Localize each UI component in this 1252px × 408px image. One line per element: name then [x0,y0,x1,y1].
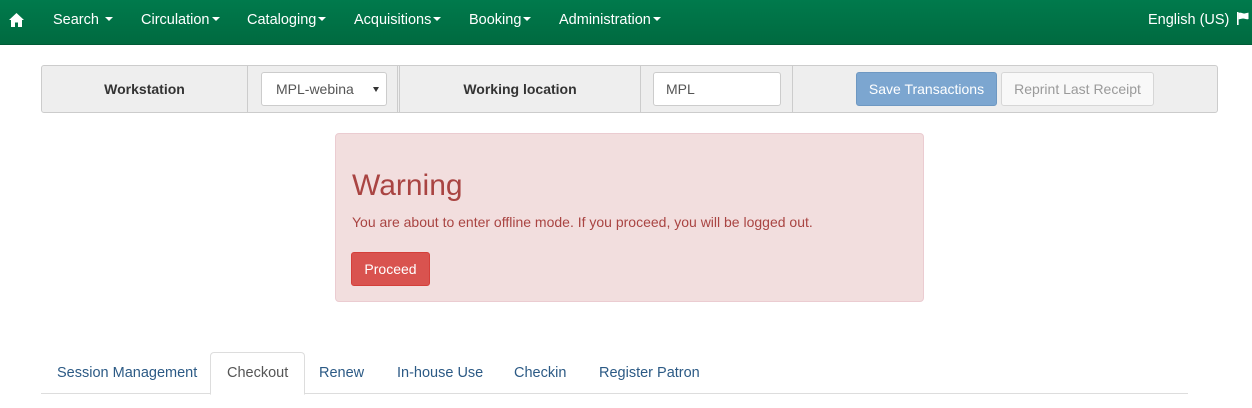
language-selector[interactable]: English (US) [1148,0,1249,40]
tab-label: Checkout [227,365,289,381]
tab-checkout[interactable]: Checkout [210,352,306,395]
chevron-down-icon [652,17,661,22]
dropdown-arrow-icon [373,87,379,92]
workstation-select[interactable]: MPL-webina [261,72,387,106]
nav-menu-circulation[interactable]: Circulation [141,0,220,40]
nav-menu-label: Circulation [141,12,210,28]
chevron-down-icon [211,17,220,22]
alert-message: You are about to enter offline mode. If … [352,214,813,230]
tab-session-management[interactable]: Session Management [41,352,213,394]
tab-renew[interactable]: Renew [303,352,380,394]
toolbar-divider [640,66,641,112]
chevron-down-icon [104,17,113,22]
toolbar-divider [792,66,793,112]
alert-title: Warning [352,169,463,202]
toolbar-divider [247,66,248,112]
flag-icon [1237,12,1249,25]
nav-menu-booking[interactable]: Booking [469,0,532,40]
nav-menu-search[interactable]: Search [53,0,113,40]
tab-register-patron[interactable]: Register Patron [583,352,716,394]
working-location-label: Working location [463,81,577,97]
reprint-last-receipt-button[interactable]: Reprint Last Receipt [1001,72,1154,106]
tab-label: Renew [319,365,365,381]
chevron-down-icon [433,17,442,22]
nav-menu-acquisitions[interactable]: Acquisitions [354,0,442,40]
nav-menu-label: Booking [469,12,522,28]
workstation-toolbar: Workstation MPL-webina Working location … [41,65,1218,113]
tab-label: Session Management [57,365,198,381]
workstation-label: Workstation [104,81,185,97]
save-transactions-button[interactable]: Save Transactions [856,72,997,106]
nav-menu-label: Acquisitions [354,12,432,28]
tab-in-house-use[interactable]: In-house Use [381,352,499,394]
nav-menu-cataloging[interactable]: Cataloging [247,0,327,40]
workstation-select-value: MPL-webina [276,81,354,97]
nav-menu-administration[interactable]: Administration [559,0,661,40]
nav-menu-label: Search [53,12,99,28]
offline-tabs: Session Management Checkout Renew In-hou… [41,352,1188,395]
home-icon[interactable] [8,12,25,28]
top-navbar: Search Circulation Cataloging Acquisitio… [0,0,1252,45]
language-label: English (US) [1148,12,1230,28]
chevron-down-icon [318,17,327,22]
chevron-down-icon [523,17,532,22]
tab-checkin[interactable]: Checkin [498,352,582,394]
tab-label: In-house Use [397,365,484,381]
tab-label: Register Patron [599,365,700,381]
tab-label: Checkin [514,365,567,381]
working-location-input[interactable] [653,72,781,106]
offline-warning-alert: Warning You are about to enter offline m… [335,133,924,302]
nav-menu-label: Cataloging [247,12,317,28]
nav-menu-label: Administration [559,12,651,28]
proceed-button[interactable]: Proceed [351,252,430,286]
